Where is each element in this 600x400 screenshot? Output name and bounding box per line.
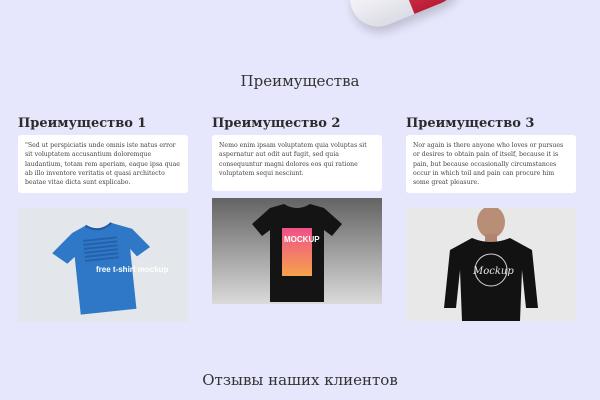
man-black-tshirt-image: Mockup: [406, 208, 576, 321]
advantage-text: "Sed ut perspiciatis unde omnis iste nat…: [18, 135, 188, 193]
advantage-title: Преимущество 2: [212, 116, 341, 131]
black-tshirt-gradient-image: MOCKUP: [212, 198, 382, 304]
advantage-text: Nemo enim ipsam voluptatem quia voluptas…: [212, 135, 382, 191]
tshirt-print-text: MOCKUP: [284, 235, 320, 244]
advantage-title: Преимущество 3: [406, 116, 535, 131]
tshirt-print-text: free t-shirt mockup: [96, 265, 169, 274]
tshirt-print-text: Mockup: [472, 266, 514, 277]
advantage-text: Nor again is there anyone who loves or p…: [406, 135, 576, 193]
advantage-card-2: Преимущество 2 Nemo enim ipsam voluptate…: [212, 116, 382, 304]
pill-capsule-image: [341, 0, 467, 35]
advantage-card-3: Преимущество 3 Nor again is there anyone…: [406, 116, 576, 321]
blue-tshirt-image: free t-shirt mockup: [18, 208, 188, 322]
pill-white-half: [341, 0, 415, 35]
advantage-title: Преимущество 1: [18, 116, 147, 131]
advantage-card-1: Преимущество 1 "Sed ut perspiciatis unde…: [18, 116, 188, 322]
advantages-heading: Преимущества: [240, 72, 360, 90]
reviews-heading: Отзывы наших клиентов: [202, 371, 398, 389]
